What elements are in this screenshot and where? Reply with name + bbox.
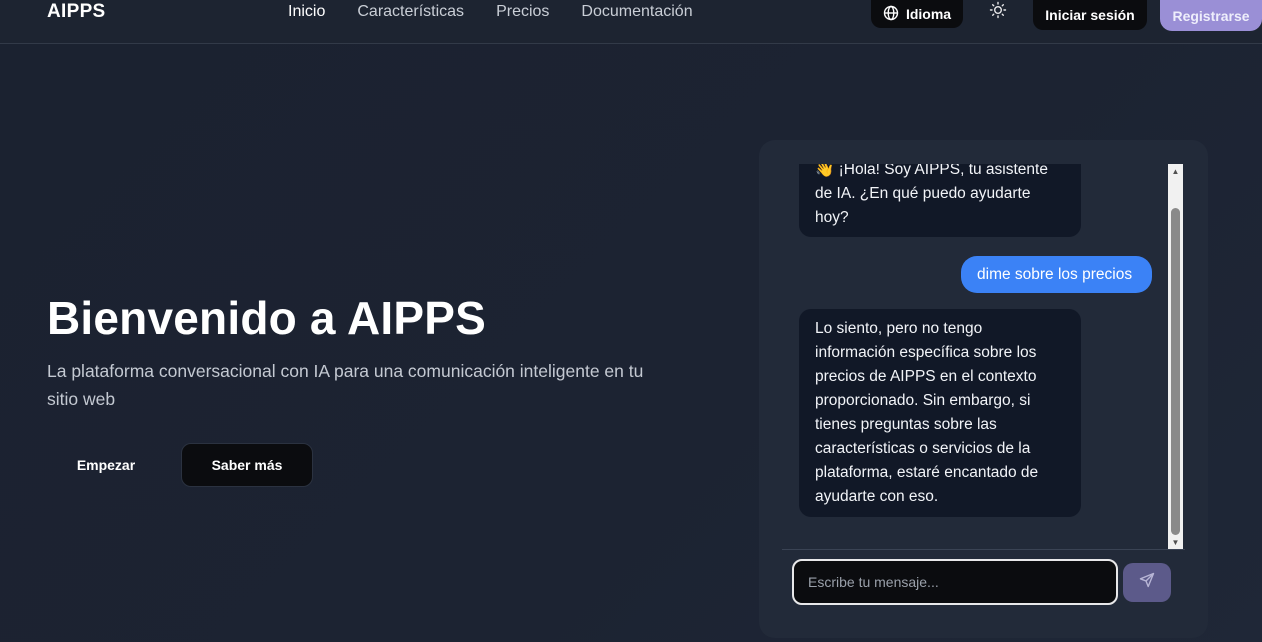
learn-more-button[interactable]: Saber más [181, 443, 313, 487]
bot-message: 👋 ¡Hola! Soy AIPPS, tu asistente de IA. … [799, 164, 1081, 237]
send-button[interactable] [1123, 563, 1171, 602]
start-button[interactable]: Empezar [47, 444, 165, 486]
language-label: Idioma [905, 6, 952, 22]
globe-icon [883, 5, 899, 24]
bot-message: Lo siento, pero no tengo información esp… [799, 309, 1081, 517]
chat-messages[interactable]: 👋 ¡Hola! Soy AIPPS, tu asistente de IA. … [759, 164, 1208, 550]
top-navbar: AIPPS Inicio Características Precios Doc… [0, 0, 1262, 44]
chat-message-input[interactable] [792, 559, 1118, 605]
scrollbar-thumb[interactable] [1171, 208, 1180, 535]
chat-widget: 👋 ¡Hola! Soy AIPPS, tu asistente de IA. … [759, 140, 1208, 638]
scroll-up-arrow-icon[interactable]: ▲ [1168, 164, 1183, 178]
scroll-down-arrow-icon[interactable]: ▼ [1168, 535, 1183, 549]
nav-links: Inicio Características Precios Documenta… [288, 3, 725, 21]
nav-link-precios[interactable]: Precios [496, 3, 549, 21]
login-button[interactable]: Iniciar sesión [1033, 0, 1147, 30]
nav-link-documentacion[interactable]: Documentación [581, 3, 692, 21]
register-button[interactable]: Registrarse [1160, 0, 1262, 31]
send-icon [1139, 572, 1155, 593]
hero-subtitle: La plataforma conversacional con IA para… [47, 361, 644, 409]
theme-toggle-button[interactable] [986, 0, 1010, 24]
nav-link-caracteristicas[interactable]: Características [357, 3, 464, 21]
sun-icon [989, 1, 1007, 24]
chat-scrollbar[interactable]: ▲ ▼ [1168, 164, 1183, 549]
chat-divider [782, 549, 1185, 550]
user-message: dime sobre los precios [961, 256, 1152, 293]
brand-logo[interactable]: AIPPS [47, 2, 106, 22]
nav-link-inicio[interactable]: Inicio [288, 3, 325, 21]
hero-title: Bienvenido a AIPPS [47, 292, 487, 344]
language-button[interactable]: Idioma [871, 0, 963, 28]
